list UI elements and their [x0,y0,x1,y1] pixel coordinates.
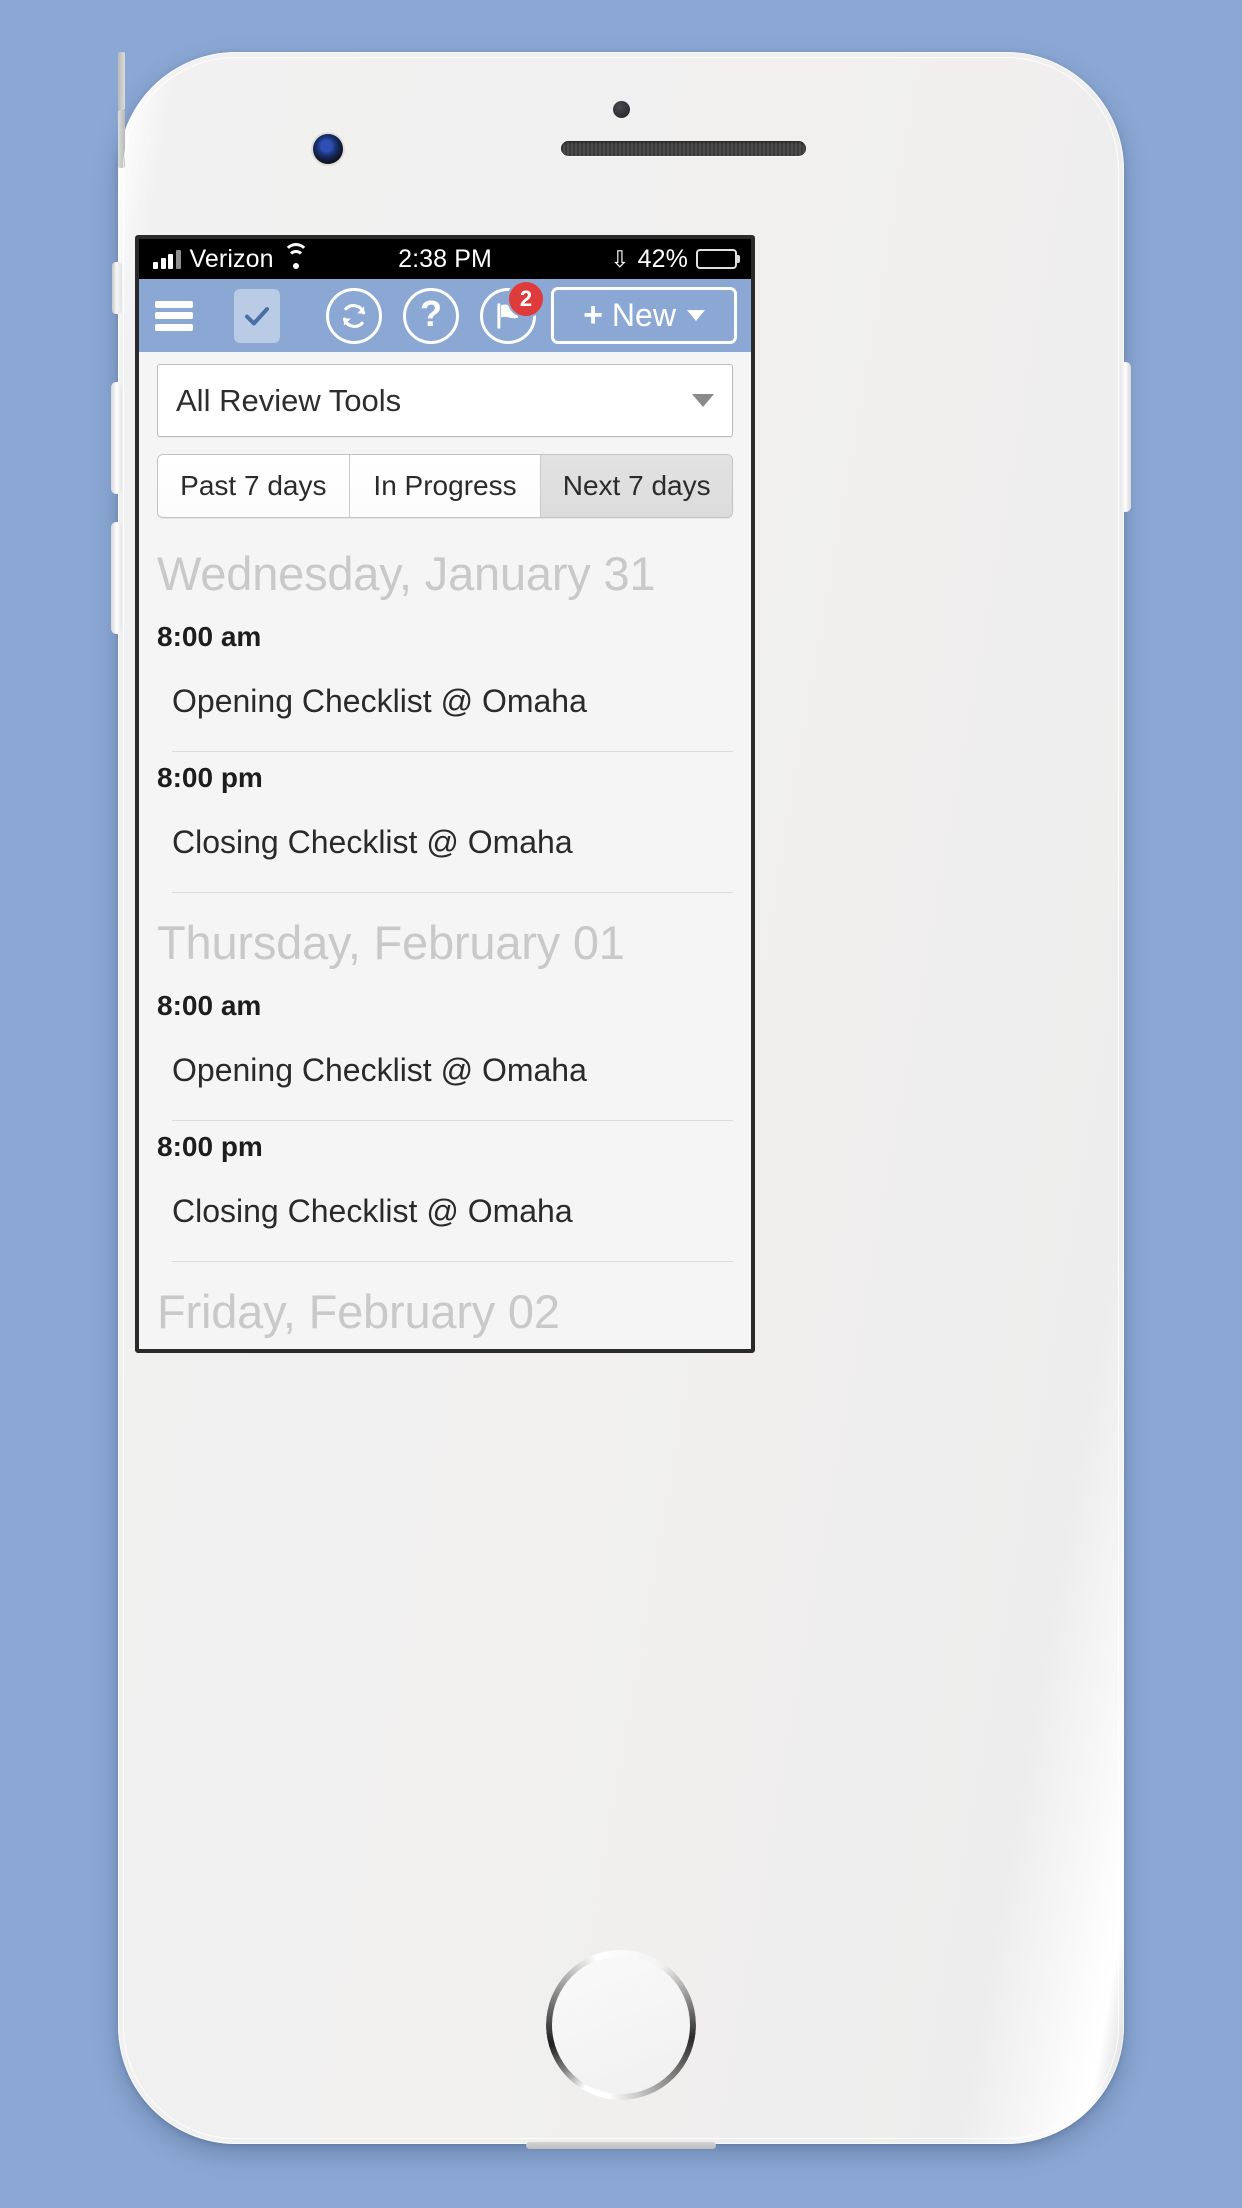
earpiece-speaker [561,141,806,156]
proximity-sensor-icon [613,101,630,118]
notifications-flag-button[interactable]: 2 [480,281,543,344]
tab-past-7-days[interactable]: Past 7 days [158,455,350,517]
filter-section: All Review Tools [139,352,751,437]
carrier-name: Verizon [189,244,274,273]
checklist-tab-button[interactable] [234,288,280,343]
power-button[interactable] [1120,362,1131,512]
list-item[interactable]: Closing Checklist @ Omaha [172,794,733,893]
list-item[interactable]: Closing Checklist @ Omaha [172,1163,733,1262]
signal-bars-icon [153,249,181,269]
plus-icon: + [583,296,603,335]
help-button[interactable]: ? [403,287,459,344]
notification-badge: 2 [509,281,543,316]
review-tools-select-value: All Review Tools [176,382,402,418]
list-item[interactable]: Opening Checklist @ Omaha [172,653,733,752]
battery-percentage: 42% [637,244,688,273]
day-header: Wednesday, January 31 [157,547,656,600]
refresh-button[interactable] [326,287,382,344]
tab-in-progress[interactable]: In Progress [349,455,542,517]
volume-down-button[interactable] [111,522,122,634]
silent-switch[interactable] [112,262,122,314]
event-time: 8:00 am [157,621,262,652]
battery-icon [696,249,737,269]
bluetooth-icon: ⇩ [610,245,630,272]
tab-next-7-days[interactable]: Next 7 days [541,455,732,517]
phone-antenna-band-right [118,110,125,168]
home-button[interactable] [546,1950,696,2100]
timeframe-tabs-section: Past 7 days In Progress Next 7 days [139,437,751,518]
wifi-icon [282,242,309,269]
schedule-list: Wednesday, January 31 8:00 am Opening Ch… [139,524,751,1349]
app-content: All Review Tools Past 7 days In Progress… [139,352,751,1349]
help-glyph: ? [420,293,442,334]
refresh-icon [342,303,366,328]
front-camera-icon [313,134,343,164]
phone-device: Verizon 2:38 PM ⇩ 42% ? 2 + New All Revi… [111,52,1131,2149]
new-button-label: New [611,297,676,333]
app-toolbar: ? 2 + New [139,279,751,352]
phone-bottom-edge [526,2142,716,2149]
status-bar-clock: 2:38 PM [398,244,492,273]
phone-antenna-band-left [118,52,125,110]
event-time: 8:00 pm [157,1131,263,1162]
day-header: Thursday, February 01 [157,916,625,969]
day-header: Friday, February 02 [157,1285,560,1338]
phone-screen: Verizon 2:38 PM ⇩ 42% ? 2 + New All Revi… [135,235,755,1353]
new-button[interactable]: + New [551,287,737,344]
chevron-down-icon [686,310,705,321]
event-time: 8:00 pm [157,762,263,793]
list-item[interactable]: Opening Checklist @ Omaha [172,1022,733,1121]
checkmark-icon [245,306,269,325]
event-time: 8:00 am [157,990,262,1021]
chevron-down-icon [692,394,714,407]
hamburger-menu-icon[interactable] [155,300,193,331]
ios-status-bar: Verizon 2:38 PM ⇩ 42% [139,239,751,279]
timeframe-segmented-control: Past 7 days In Progress Next 7 days [157,454,733,518]
volume-up-button[interactable] [111,382,122,494]
review-tools-select[interactable]: All Review Tools [157,364,733,437]
